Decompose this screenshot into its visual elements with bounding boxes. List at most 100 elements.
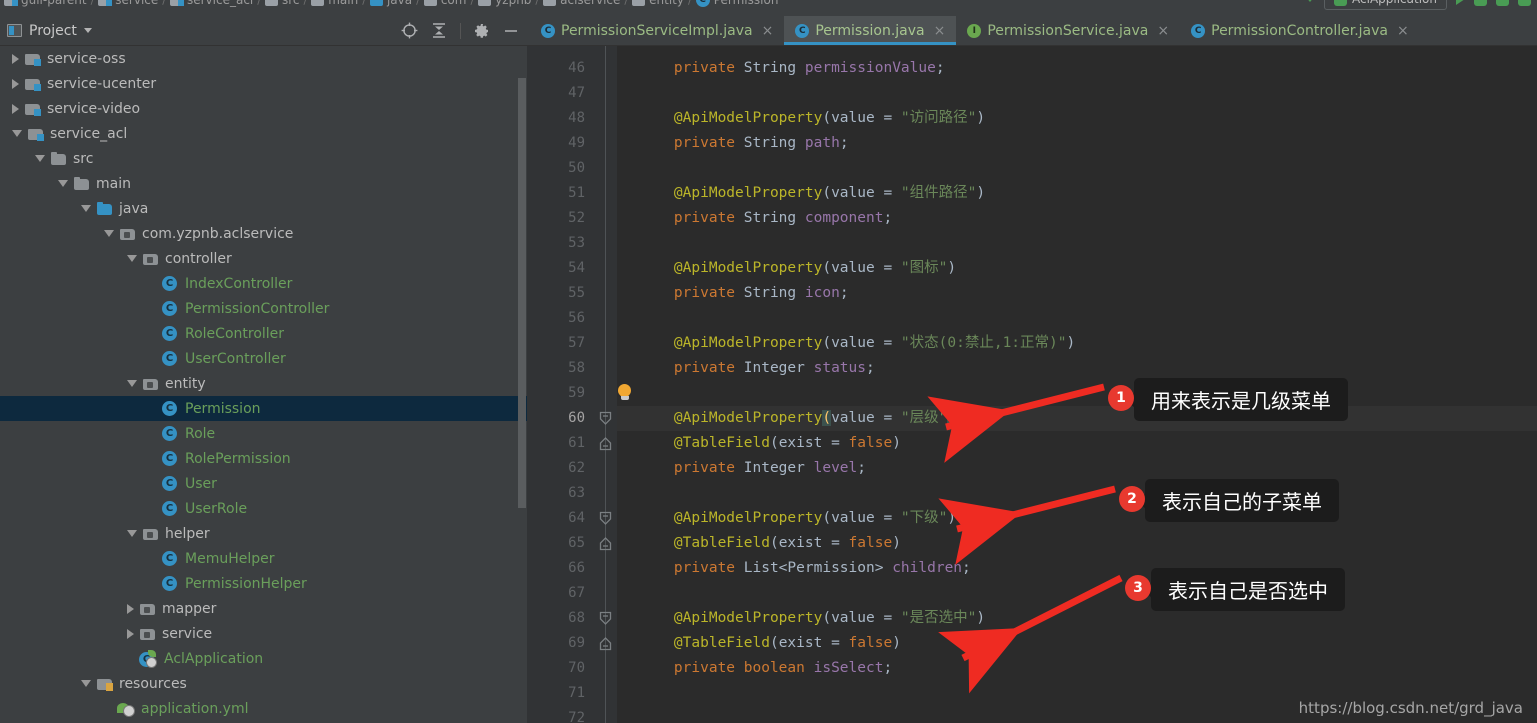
code-line[interactable]: @TableField(exist = false) (617, 631, 1537, 656)
code-line[interactable] (617, 581, 1537, 606)
code-line[interactable]: @TableField(exist = false) (617, 531, 1537, 556)
tree-item-userrole[interactable]: C UserRole (0, 496, 530, 521)
breadcrumb-item-com[interactable]: com (423, 0, 466, 7)
tree-item-permission[interactable]: C Permission (0, 396, 530, 421)
tree-item-resources[interactable]: resources (0, 671, 530, 696)
tree-item-mapper[interactable]: mapper (0, 596, 530, 621)
breadcrumb-item-entity[interactable]: entity (632, 0, 684, 7)
tree-item-controller[interactable]: controller (0, 246, 530, 271)
code-line[interactable]: @ApiModelProperty(value = "层级") (617, 406, 1537, 431)
tree-item-application-yml[interactable]: application.yml (0, 696, 530, 721)
code-line[interactable]: private String icon; (617, 281, 1537, 306)
chevron-right-icon[interactable] (127, 628, 134, 639)
project-tree[interactable]: service-oss service-ucenter service-video s… (0, 46, 530, 723)
tree-item-helper[interactable]: helper (0, 521, 530, 546)
editor-tab-permissionservice-java[interactable]: I PermissionService.java × (956, 16, 1180, 45)
code-fold-marker[interactable] (599, 536, 612, 551)
chevron-down-icon[interactable] (104, 230, 114, 237)
breadcrumb-item-permission[interactable]: C Permission (695, 0, 778, 7)
breadcrumb-item-guli-parent[interactable]: guli-parent (4, 0, 87, 7)
tree-item-indexcontroller[interactable]: C IndexController (0, 271, 530, 296)
tree-item-permissionhelper[interactable]: C PermissionHelper (0, 571, 530, 596)
code-line[interactable] (617, 81, 1537, 106)
editor-code-area[interactable]: private String permissionValue; @ApiMode… (617, 46, 1537, 723)
chevron-down-icon[interactable] (127, 380, 137, 387)
chevron-down-icon[interactable] (12, 130, 22, 137)
code-line[interactable] (617, 481, 1537, 506)
gear-icon[interactable] (474, 23, 490, 39)
chevron-right-icon[interactable] (12, 103, 19, 114)
project-tree-scrollbar[interactable] (518, 78, 526, 508)
editor-tab-bar[interactable]: C PermissionServiceImpl.java × C Permission.… (530, 16, 1537, 46)
code-fold-marker[interactable] (599, 611, 612, 625)
breadcrumb-item-java[interactable]: java (369, 0, 412, 7)
tree-item-aclapplication[interactable]: C AclApplication (0, 646, 530, 671)
locate-icon[interactable] (401, 22, 418, 39)
tree-item-service-video[interactable]: service-video (0, 96, 530, 121)
code-line[interactable]: @TableField(exist = false) (617, 431, 1537, 456)
breadcrumb-item-main[interactable]: main (311, 0, 358, 7)
collapse-all-icon[interactable] (431, 22, 447, 39)
profile-icon[interactable] (1518, 0, 1531, 6)
chevron-down-icon[interactable] (127, 255, 137, 262)
code-line[interactable]: private boolean isSelect; (617, 656, 1537, 681)
code-line[interactable]: private String path; (617, 131, 1537, 156)
coverage-icon[interactable] (1496, 0, 1509, 6)
code-line[interactable]: @ApiModelProperty(value = "组件路径") (617, 181, 1537, 206)
tree-item-entity[interactable]: entity (0, 371, 530, 396)
tree-item-service-acl[interactable]: service_acl (0, 121, 530, 146)
tree-item-main[interactable]: main (0, 171, 530, 196)
code-line[interactable]: private Integer level; (617, 456, 1537, 481)
intention-bulb-icon[interactable] (618, 384, 632, 402)
chevron-down-icon[interactable] (83, 28, 92, 33)
breadcrumb-item-service[interactable]: service (98, 0, 158, 7)
run-configuration-selector[interactable]: AclApplication (1324, 0, 1447, 10)
code-line[interactable]: @ApiModelProperty(value = "图标") (617, 256, 1537, 281)
breadcrumb-item-yzpnb[interactable]: yzpnb (478, 0, 531, 7)
tree-item-usercontroller[interactable]: C UserController (0, 346, 530, 371)
tree-item-java[interactable]: java (0, 196, 530, 221)
chevron-right-icon[interactable] (127, 603, 134, 614)
code-fold-marker[interactable] (599, 636, 612, 651)
close-icon[interactable]: × (934, 23, 946, 39)
chevron-down-icon[interactable] (58, 180, 68, 187)
code-editor[interactable]: private String permissionValue; @ApiMode… (530, 46, 1537, 723)
editor-tab-permissioncontroller-java[interactable]: C PermissionController.java × (1180, 16, 1420, 45)
close-icon[interactable]: × (1397, 23, 1409, 39)
code-line[interactable]: @ApiModelProperty(value = "访问路径") (617, 106, 1537, 131)
code-fold-marker[interactable] (599, 436, 612, 451)
code-line[interactable]: private String component; (617, 206, 1537, 231)
code-line[interactable] (617, 231, 1537, 256)
code-line[interactable] (617, 156, 1537, 181)
code-line[interactable]: @ApiModelProperty(value = "状态(0:禁止,1:正常)… (617, 331, 1537, 356)
tree-item-com-yzpnb-aclservice[interactable]: com.yzpnb.aclservice (0, 221, 530, 246)
tree-item-memuhelper[interactable]: C MemuHelper (0, 546, 530, 571)
chevron-down-icon[interactable] (127, 530, 137, 537)
tree-item-permissioncontroller[interactable]: C PermissionController (0, 296, 530, 321)
code-line[interactable]: private String permissionValue; (617, 56, 1537, 81)
tree-item-role[interactable]: C Role (0, 421, 530, 446)
close-icon[interactable]: × (762, 23, 774, 39)
project-panel-title-group[interactable]: Project (7, 23, 92, 39)
breadcrumb-item-src[interactable]: src (264, 0, 300, 7)
tree-item-service[interactable]: service (0, 621, 530, 646)
tree-item-rolecontroller[interactable]: C RoleController (0, 321, 530, 346)
minimize-icon[interactable] (503, 23, 519, 39)
tree-item-src[interactable]: src (0, 146, 530, 171)
chevron-down-icon[interactable] (81, 680, 91, 687)
breadcrumb-item-service-acl[interactable]: service_acl (169, 0, 253, 7)
tree-item-service-oss[interactable]: service-oss (0, 46, 530, 71)
tree-item-user[interactable]: C User (0, 471, 530, 496)
code-fold-marker[interactable] (599, 511, 612, 525)
code-line[interactable]: private List<Permission> children; (617, 556, 1537, 581)
code-fold-marker[interactable] (599, 411, 612, 425)
chevron-right-icon[interactable] (12, 78, 19, 89)
tree-item-service-ucenter[interactable]: service-ucenter (0, 71, 530, 96)
code-line[interactable]: @ApiModelProperty(value = "是否选中") (617, 606, 1537, 631)
code-line[interactable] (617, 381, 1537, 406)
code-line[interactable] (617, 306, 1537, 331)
editor-tab-permission-java[interactable]: C Permission.java × (784, 16, 957, 45)
run-icon[interactable] (1456, 0, 1465, 5)
close-icon[interactable]: × (1157, 23, 1169, 39)
breadcrumb-item-aclservice[interactable]: aclservice (543, 0, 620, 7)
